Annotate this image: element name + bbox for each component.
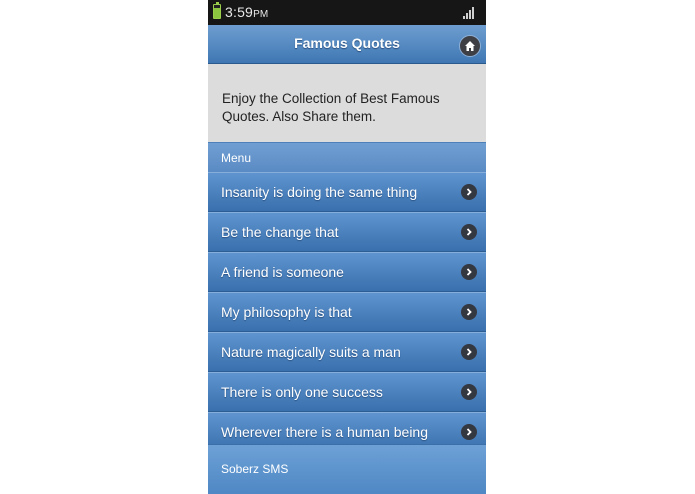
- list-item-label: Nature magically suits a man: [221, 344, 401, 360]
- home-icon: [465, 41, 475, 51]
- status-bar: 3:59PM: [208, 0, 486, 25]
- app-footer: Soberz SMS: [208, 444, 486, 494]
- list-item-label: There is only one success: [221, 384, 383, 400]
- chevron-right-icon: [461, 224, 477, 240]
- intro-text: Enjoy the Collection of Best Famous Quot…: [222, 91, 440, 124]
- list-item-quote-5[interactable]: Nature magically suits a man: [208, 332, 486, 372]
- intro-panel: Enjoy the Collection of Best Famous Quot…: [208, 64, 486, 142]
- status-time-value: 3:59: [225, 4, 254, 20]
- page-title: Famous Quotes: [294, 35, 400, 51]
- chevron-right-icon: [461, 384, 477, 400]
- list-item-quote-1[interactable]: Insanity is doing the same thing: [208, 172, 486, 212]
- app-header: Famous Quotes: [208, 25, 486, 64]
- battery-icon: [213, 2, 221, 19]
- phone-screen: 3:59PM Famous Quotes Enjoy the Collectio…: [208, 0, 486, 494]
- chevron-right-icon: [461, 424, 477, 440]
- chevron-right-icon: [461, 304, 477, 320]
- list-item-label: My philosophy is that: [221, 304, 352, 320]
- list-item-quote-2[interactable]: Be the change that: [208, 212, 486, 252]
- home-button[interactable]: [459, 35, 481, 57]
- list-item-label: Insanity is doing the same thing: [221, 184, 418, 200]
- footer-label: Soberz SMS: [221, 462, 289, 476]
- list-item-label: Be the change that: [221, 224, 339, 240]
- chevron-right-icon: [461, 264, 477, 280]
- list-item-quote-4[interactable]: My philosophy is that: [208, 292, 486, 332]
- list-item-label: Wherever there is a human being: [221, 424, 428, 440]
- list-item-label: A friend is someone: [221, 264, 344, 280]
- list-item-quote-3[interactable]: A friend is someone: [208, 252, 486, 292]
- menu-divider-label: Menu: [221, 151, 252, 165]
- chevron-right-icon: [461, 344, 477, 360]
- signal-icon: [463, 7, 477, 19]
- status-time: 3:59PM: [225, 4, 268, 20]
- list-item-quote-6[interactable]: There is only one success: [208, 372, 486, 412]
- chevron-right-icon: [461, 184, 477, 200]
- menu-divider: Menu: [208, 142, 486, 173]
- status-time-ampm: PM: [253, 9, 269, 20]
